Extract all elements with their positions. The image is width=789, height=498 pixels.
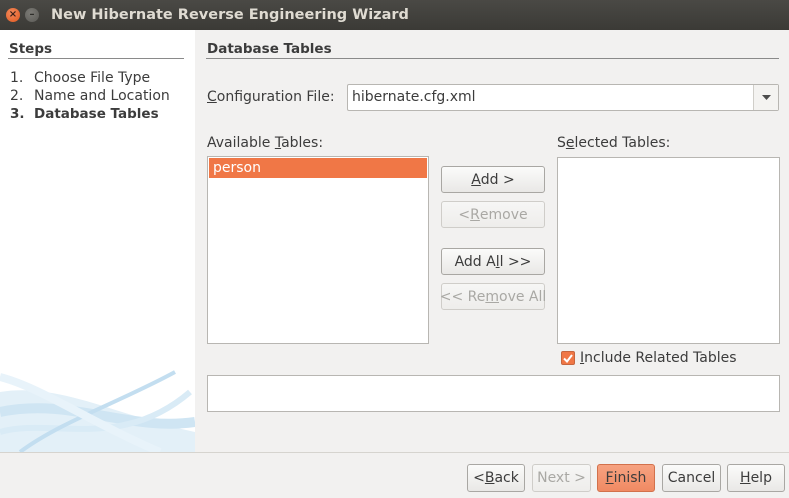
back-button[interactable]: < Back	[467, 464, 525, 492]
window-title: New Hibernate Reverse Engineering Wizard	[51, 7, 409, 23]
steps-heading: Steps	[9, 41, 53, 57]
minimize-window-button[interactable]: –	[25, 8, 39, 22]
remove-all-button[interactable]: << Re m ove All	[440, 283, 546, 310]
configuration-file-value: hibernate.cfg.xml	[352, 89, 476, 105]
close-window-button[interactable]: ×	[6, 8, 20, 22]
selected-tables-list[interactable]	[557, 157, 780, 344]
step-item-database-tables: 3. Database Tables	[10, 106, 159, 122]
message-area	[207, 375, 780, 412]
list-item[interactable]: person	[209, 158, 427, 178]
remove-button[interactable]: < Remove	[441, 201, 545, 228]
available-tables-list[interactable]: person	[207, 156, 429, 344]
configuration-file-label: Configuration File:	[207, 89, 335, 105]
wizard-footer: < Back Next > Finish Cancel Help	[0, 453, 789, 498]
combobox-dropdown-button[interactable]	[753, 85, 778, 110]
help-button[interactable]: Help	[727, 464, 785, 492]
panel-divider	[206, 58, 779, 59]
steps-sidebar: Steps 1. Choose File Type 2. Name and Loca…	[0, 30, 195, 452]
add-all-button[interactable]: Add All >>	[441, 248, 545, 275]
close-icon: ×	[8, 9, 18, 20]
finish-button[interactable]: Finish	[597, 464, 655, 492]
minimize-icon: –	[29, 9, 35, 20]
step-item-name-and-location: 2. Name and Location	[10, 88, 170, 104]
window-titlebar: × – New Hibernate Reverse Engineering Wi…	[0, 0, 789, 30]
decorative-swoosh-graphic	[0, 370, 195, 452]
configuration-file-combobox[interactable]: hibernate.cfg.xml	[347, 84, 779, 111]
cancel-button[interactable]: Cancel	[662, 464, 721, 492]
selected-tables-label: Selected Tables:	[557, 135, 671, 151]
add-button[interactable]: Add >	[441, 166, 545, 193]
include-related-tables-label[interactable]: Include Related Tables	[580, 350, 737, 366]
panel-title: Database Tables	[207, 41, 332, 57]
steps-list: 1. Choose File Type 2. Name and Location 3…	[10, 69, 170, 123]
available-tables-label: Available Tables:	[207, 135, 324, 151]
chevron-down-icon	[761, 94, 771, 100]
step-item-choose-file-type: 1. Choose File Type	[10, 70, 151, 86]
database-tables-panel: Database Tables Configuration File: hibe…	[195, 30, 789, 452]
next-button[interactable]: Next >	[532, 464, 591, 492]
checkmark-icon	[563, 353, 573, 363]
include-related-tables-checkbox[interactable]	[561, 351, 575, 365]
steps-divider	[8, 58, 184, 59]
